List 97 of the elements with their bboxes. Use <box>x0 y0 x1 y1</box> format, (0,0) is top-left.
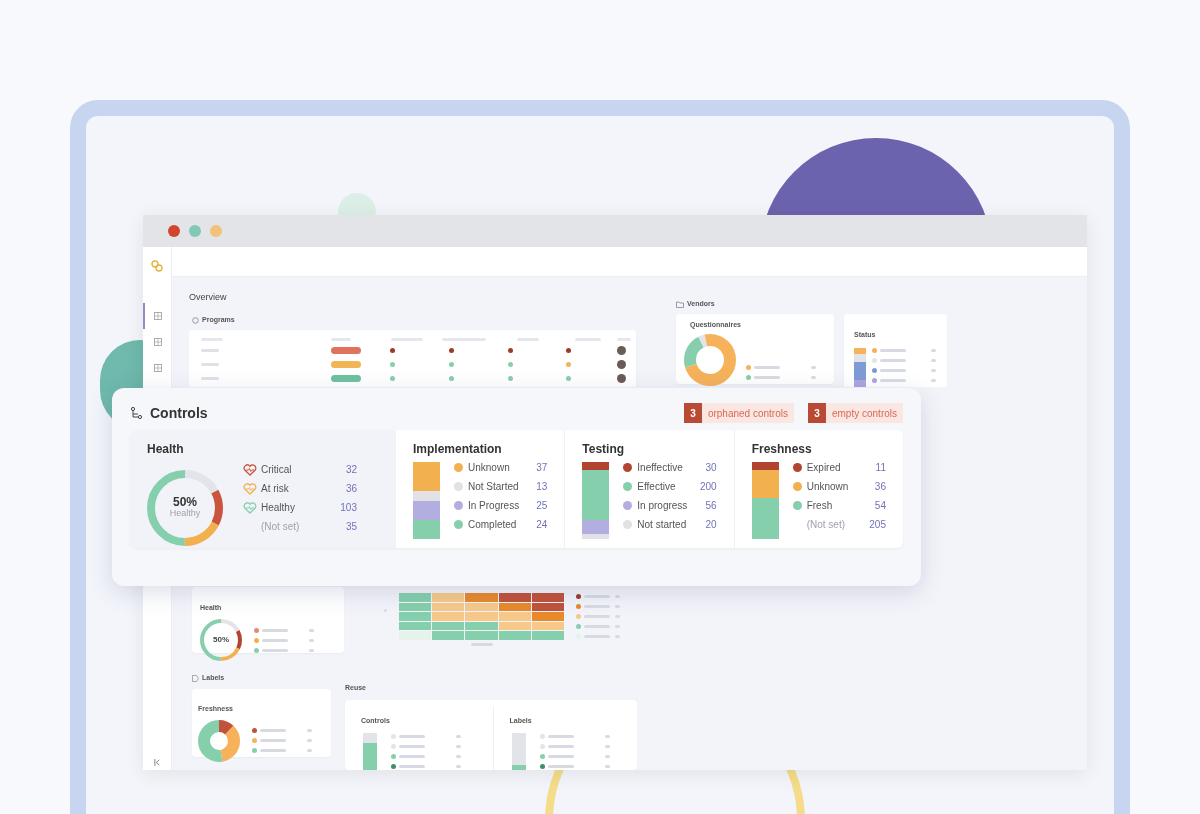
blurred-text <box>456 764 461 768</box>
legend-value: 36 <box>345 482 357 496</box>
legend-label: Completed <box>468 518 517 532</box>
legend-value: 11 <box>875 461 886 475</box>
blurred-text <box>260 739 286 742</box>
stacked-bar <box>854 347 866 387</box>
tag-icon <box>192 674 199 682</box>
blurred-text <box>931 369 936 372</box>
window-control[interactable] <box>168 225 180 237</box>
blurred-text <box>547 764 574 768</box>
blurred-text <box>811 375 816 379</box>
panel-title: Freshness <box>751 441 813 458</box>
legend-value: 20 <box>705 518 717 532</box>
stacked-bar <box>511 733 526 770</box>
legend-value: 32 <box>345 463 357 477</box>
grid-icon <box>154 338 162 346</box>
donut-percent: 50% <box>213 636 229 644</box>
blurred-text <box>260 729 286 732</box>
blurred-text <box>309 638 314 642</box>
blurred-text <box>201 362 219 366</box>
legend-label: Effective <box>637 480 676 494</box>
blurred-text <box>456 744 461 748</box>
blurred-text <box>456 754 461 758</box>
donut-percent: 50% <box>173 496 197 509</box>
donut-chart <box>200 619 242 661</box>
legend-label: In progress <box>637 499 688 513</box>
blurred-text <box>262 628 288 632</box>
legend-label: Expired <box>806 461 841 475</box>
legend-label: (Not set) <box>261 520 300 534</box>
blurred-text <box>547 734 574 738</box>
legend-value: 35 <box>345 520 357 534</box>
legend-value: 25 <box>536 499 548 513</box>
blurred-text <box>754 365 780 369</box>
legend-label: Not Started <box>468 480 519 494</box>
legend-label: Healthy <box>261 501 295 515</box>
legend-label: Unknown <box>468 461 510 475</box>
blurred-text <box>456 734 461 738</box>
hierarchy-icon <box>130 406 144 420</box>
blurred-text <box>547 744 574 748</box>
blurred-text <box>880 369 906 372</box>
legend-value: 54 <box>874 499 886 513</box>
legend-label: In Progress <box>468 499 520 513</box>
legend-label: Unknown <box>806 480 849 494</box>
blurred-text <box>754 375 780 379</box>
legend-value: 24 <box>536 518 548 532</box>
legend-label: Ineffective <box>637 461 683 475</box>
legend-value: 13 <box>536 480 548 494</box>
page-title: Overview <box>189 292 227 302</box>
legend-value: 36 <box>874 480 886 494</box>
blurred-text <box>307 749 312 752</box>
legend-label: Critical <box>261 463 292 477</box>
clock-icon <box>192 316 199 324</box>
blurred-text <box>399 764 425 768</box>
legend-value: 56 <box>705 499 717 513</box>
blurred-text <box>399 744 425 748</box>
collapse-icon[interactable] <box>153 759 161 766</box>
grid-icon <box>154 364 162 372</box>
window-control[interactable] <box>189 225 201 237</box>
legend-label: At risk <box>261 482 289 496</box>
blurred-text <box>309 628 314 632</box>
blurred-text <box>931 379 936 382</box>
panel-title: Implementation <box>413 441 503 458</box>
donut-caption: Healthy <box>169 508 201 520</box>
legend-value: 37 <box>536 461 548 475</box>
logo-icon <box>150 259 164 273</box>
blurred-text <box>307 729 312 732</box>
blurred-text <box>931 349 936 352</box>
count-badge: 3 <box>807 403 826 423</box>
warning-label: empty controls <box>825 403 903 423</box>
blurred-text <box>931 359 936 362</box>
blurred-text <box>547 754 574 758</box>
blurred-text <box>880 359 906 362</box>
blurred-text <box>307 739 312 742</box>
blurred-text <box>262 638 288 642</box>
section-title: Controls <box>150 403 208 423</box>
count-badge: 3 <box>683 403 702 423</box>
legend-value: 103 <box>340 501 357 515</box>
stacked-bar <box>363 733 377 770</box>
legend-label: Fresh <box>806 499 833 513</box>
blurred-text <box>811 365 816 369</box>
blurred-text <box>880 379 906 382</box>
panel-title: Testing <box>582 441 626 458</box>
blurred-text <box>201 348 219 352</box>
blurred-text <box>399 734 425 738</box>
panel-title: Health <box>147 441 185 458</box>
warning-label: orphaned controls <box>701 403 794 423</box>
legend-value: 30 <box>705 461 717 475</box>
folder-icon <box>676 300 684 308</box>
legend-label: Not started <box>637 518 687 532</box>
blurred-text <box>880 349 906 352</box>
blurred-text <box>399 754 425 758</box>
grid-icon <box>154 312 162 320</box>
legend-label: (Not set) <box>806 518 845 532</box>
donut-chart <box>198 719 240 762</box>
blurred-text <box>260 749 286 752</box>
legend-value: 200 <box>699 480 717 494</box>
legend-value: 205 <box>869 518 886 532</box>
